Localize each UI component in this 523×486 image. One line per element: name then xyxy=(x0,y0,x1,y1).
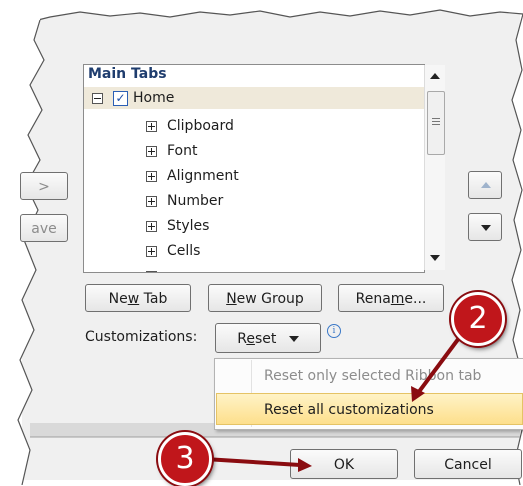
callout-2-arrow xyxy=(416,332,464,395)
callout-2: 2 xyxy=(451,292,505,346)
callout-3-arrowhead xyxy=(298,458,312,472)
callout-3: 3 xyxy=(158,432,212,486)
callout-3-arrow xyxy=(204,457,301,467)
callout-arrows xyxy=(204,332,464,472)
